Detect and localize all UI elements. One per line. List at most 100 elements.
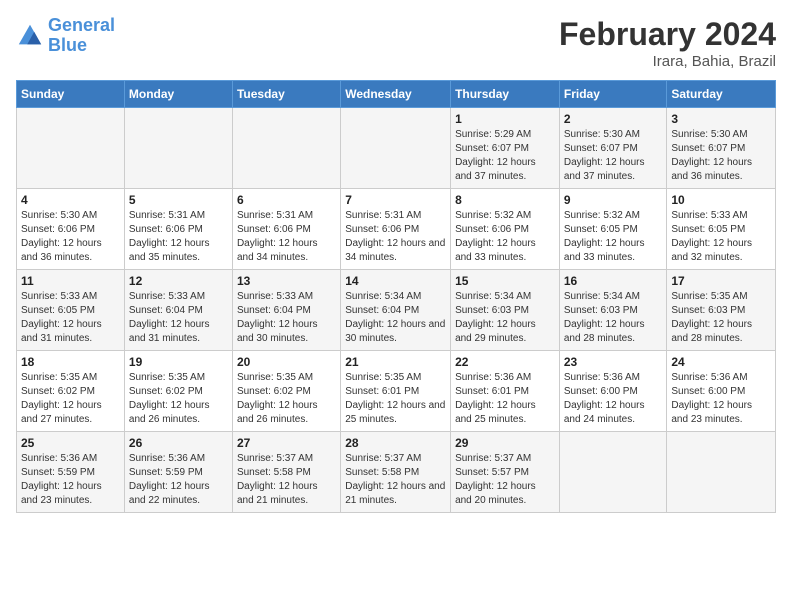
day-detail: Sunrise: 5:29 AM Sunset: 6:07 PM Dayligh… [455, 128, 555, 184]
day-detail: Sunrise: 5:30 AM Sunset: 6:07 PM Dayligh… [564, 128, 663, 184]
calendar-cell: 20 Sunrise: 5:35 AM Sunset: 6:02 PM Dayli… [232, 351, 340, 432]
day-detail: Sunrise: 5:37 AM Sunset: 5:58 PM Dayligh… [345, 452, 446, 508]
week-row-0: 1 Sunrise: 5:29 AM Sunset: 6:07 PM Daylig… [17, 108, 776, 189]
day-detail: Sunrise: 5:37 AM Sunset: 5:57 PM Dayligh… [455, 452, 555, 508]
calendar-cell: 17 Sunrise: 5:35 AM Sunset: 6:03 PM Dayli… [667, 270, 776, 351]
day-number: 3 [671, 112, 771, 126]
calendar-cell: 5Sunrise: 5:31 AM Sunset: 6:06 PM Daylig… [124, 189, 232, 270]
calendar-cell: 26 Sunrise: 5:36 AM Sunset: 5:59 PM Dayli… [124, 432, 232, 513]
day-number: 9 [564, 193, 663, 207]
calendar-cell: 29 Sunrise: 5:37 AM Sunset: 5:57 PM Dayli… [451, 432, 560, 513]
day-number: 26 [129, 436, 228, 450]
calendar-cell: 25Sunrise: 5:36 AM Sunset: 5:59 PM Dayli… [17, 432, 125, 513]
day-detail: Sunrise: 5:33 AM Sunset: 6:04 PM Dayligh… [129, 290, 228, 346]
day-number: 14 [345, 274, 446, 288]
day-detail: Sunrise: 5:35 AM Sunset: 6:01 PM Dayligh… [345, 371, 446, 427]
week-row-3: 18 Sunrise: 5:35 AM Sunset: 6:02 PM Dayli… [17, 351, 776, 432]
day-detail: Sunrise: 5:35 AM Sunset: 6:02 PM Dayligh… [129, 371, 228, 427]
day-detail: Sunrise: 5:30 AM Sunset: 6:07 PM Dayligh… [671, 128, 771, 184]
calendar-cell: 14 Sunrise: 5:34 AM Sunset: 6:04 PM Dayli… [341, 270, 451, 351]
day-detail: Sunrise: 5:34 AM Sunset: 6:03 PM Dayligh… [455, 290, 555, 346]
calendar-table: SundayMondayTuesdayWednesdayThursdayFrid… [16, 80, 776, 513]
day-detail: Sunrise: 5:31 AM Sunset: 6:06 PM Dayligh… [129, 209, 228, 265]
page-header: General Blue February 2024 Irara, Bahia,… [16, 16, 776, 70]
day-number: 8 [455, 193, 555, 207]
day-number: 27 [237, 436, 336, 450]
sub-title: Irara, Bahia, Brazil [559, 53, 776, 70]
day-detail: Sunrise: 5:35 AM Sunset: 6:02 PM Dayligh… [237, 371, 336, 427]
calendar-cell: 13Sunrise: 5:33 AM Sunset: 6:04 PM Dayli… [232, 270, 340, 351]
day-detail: Sunrise: 5:34 AM Sunset: 6:04 PM Dayligh… [345, 290, 446, 346]
calendar-cell [124, 108, 232, 189]
calendar-cell: 8 Sunrise: 5:32 AM Sunset: 6:06 PM Daylig… [451, 189, 560, 270]
header-saturday: Saturday [667, 81, 776, 108]
calendar-cell: 27 Sunrise: 5:37 AM Sunset: 5:58 PM Dayli… [232, 432, 340, 513]
day-number: 18 [21, 355, 120, 369]
day-detail: Sunrise: 5:33 AM Sunset: 6:05 PM Dayligh… [21, 290, 120, 346]
calendar-cell: 23Sunrise: 5:36 AM Sunset: 6:00 PM Dayli… [559, 351, 667, 432]
logo-icon [16, 22, 44, 50]
day-detail: Sunrise: 5:34 AM Sunset: 6:03 PM Dayligh… [564, 290, 663, 346]
calendar-cell: 10 Sunrise: 5:33 AM Sunset: 6:05 PM Dayli… [667, 189, 776, 270]
calendar-cell: 22 Sunrise: 5:36 AM Sunset: 6:01 PM Dayli… [451, 351, 560, 432]
header-friday: Friday [559, 81, 667, 108]
day-number: 23 [564, 355, 663, 369]
header-sunday: Sunday [17, 81, 125, 108]
day-number: 10 [671, 193, 771, 207]
day-detail: Sunrise: 5:36 AM Sunset: 5:59 PM Dayligh… [129, 452, 228, 508]
calendar-cell [667, 432, 776, 513]
day-detail: Sunrise: 5:35 AM Sunset: 6:03 PM Dayligh… [671, 290, 771, 346]
day-detail: Sunrise: 5:32 AM Sunset: 6:05 PM Dayligh… [564, 209, 663, 265]
header-wednesday: Wednesday [341, 81, 451, 108]
calendar-cell [232, 108, 340, 189]
day-detail: Sunrise: 5:31 AM Sunset: 6:06 PM Dayligh… [237, 209, 336, 265]
calendar-cell [341, 108, 451, 189]
day-number: 25 [21, 436, 120, 450]
calendar-cell: 6 Sunrise: 5:31 AM Sunset: 6:06 PM Daylig… [232, 189, 340, 270]
day-number: 29 [455, 436, 555, 450]
day-number: 19 [129, 355, 228, 369]
day-detail: Sunrise: 5:37 AM Sunset: 5:58 PM Dayligh… [237, 452, 336, 508]
calendar-cell: 3 Sunrise: 5:30 AM Sunset: 6:07 PM Daylig… [667, 108, 776, 189]
logo-text: General Blue [48, 16, 115, 56]
calendar-cell: 21 Sunrise: 5:35 AM Sunset: 6:01 PM Dayli… [341, 351, 451, 432]
main-title: February 2024 [559, 16, 776, 53]
day-detail: Sunrise: 5:30 AM Sunset: 6:06 PM Dayligh… [21, 209, 120, 265]
title-block: February 2024 Irara, Bahia, Brazil [559, 16, 776, 70]
day-detail: Sunrise: 5:31 AM Sunset: 6:06 PM Dayligh… [345, 209, 446, 265]
calendar-cell: 1 Sunrise: 5:29 AM Sunset: 6:07 PM Daylig… [451, 108, 560, 189]
day-number: 2 [564, 112, 663, 126]
day-detail: Sunrise: 5:33 AM Sunset: 6:05 PM Dayligh… [671, 209, 771, 265]
day-number: 22 [455, 355, 555, 369]
calendar-cell: 4 Sunrise: 5:30 AM Sunset: 6:06 PM Daylig… [17, 189, 125, 270]
header-thursday: Thursday [451, 81, 560, 108]
day-number: 13 [237, 274, 336, 288]
calendar-cell [17, 108, 125, 189]
week-row-1: 4 Sunrise: 5:30 AM Sunset: 6:06 PM Daylig… [17, 189, 776, 270]
day-detail: Sunrise: 5:36 AM Sunset: 6:01 PM Dayligh… [455, 371, 555, 427]
day-number: 24 [671, 355, 771, 369]
header-tuesday: Tuesday [232, 81, 340, 108]
calendar-cell: 7Sunrise: 5:31 AM Sunset: 6:06 PM Daylig… [341, 189, 451, 270]
week-row-4: 25 Sunrise: 5:36 AM Sunset: 5:59 PM Dayli… [17, 432, 776, 513]
day-number: 17 [671, 274, 771, 288]
day-number: 15 [455, 274, 555, 288]
day-number: 21 [345, 355, 446, 369]
calendar-cell: 16Sunrise: 5:34 AM Sunset: 6:03 PM Dayli… [559, 270, 667, 351]
day-detail: Sunrise: 5:32 AM Sunset: 6:06 PM Dayligh… [455, 209, 555, 265]
logo: General Blue [16, 16, 115, 56]
calendar-cell: 12 Sunrise: 5:33 AM Sunset: 6:04 PM Dayli… [124, 270, 232, 351]
calendar-cell [559, 432, 667, 513]
calendar-cell: 19 Sunrise: 5:35 AM Sunset: 6:02 PM Dayli… [124, 351, 232, 432]
calendar-cell: 28 Sunrise: 5:37 AM Sunset: 5:58 PM Dayli… [341, 432, 451, 513]
day-number: 12 [129, 274, 228, 288]
day-number: 6 [237, 193, 336, 207]
day-number: 11 [21, 274, 120, 288]
day-number: 28 [345, 436, 446, 450]
day-number: 4 [21, 193, 120, 207]
day-number: 20 [237, 355, 336, 369]
day-number: 1 [455, 112, 555, 126]
day-detail: Sunrise: 5:36 AM Sunset: 6:00 PM Dayligh… [671, 371, 771, 427]
header-monday: Monday [124, 81, 232, 108]
calendar-cell: 24 Sunrise: 5:36 AM Sunset: 6:00 PM Dayli… [667, 351, 776, 432]
